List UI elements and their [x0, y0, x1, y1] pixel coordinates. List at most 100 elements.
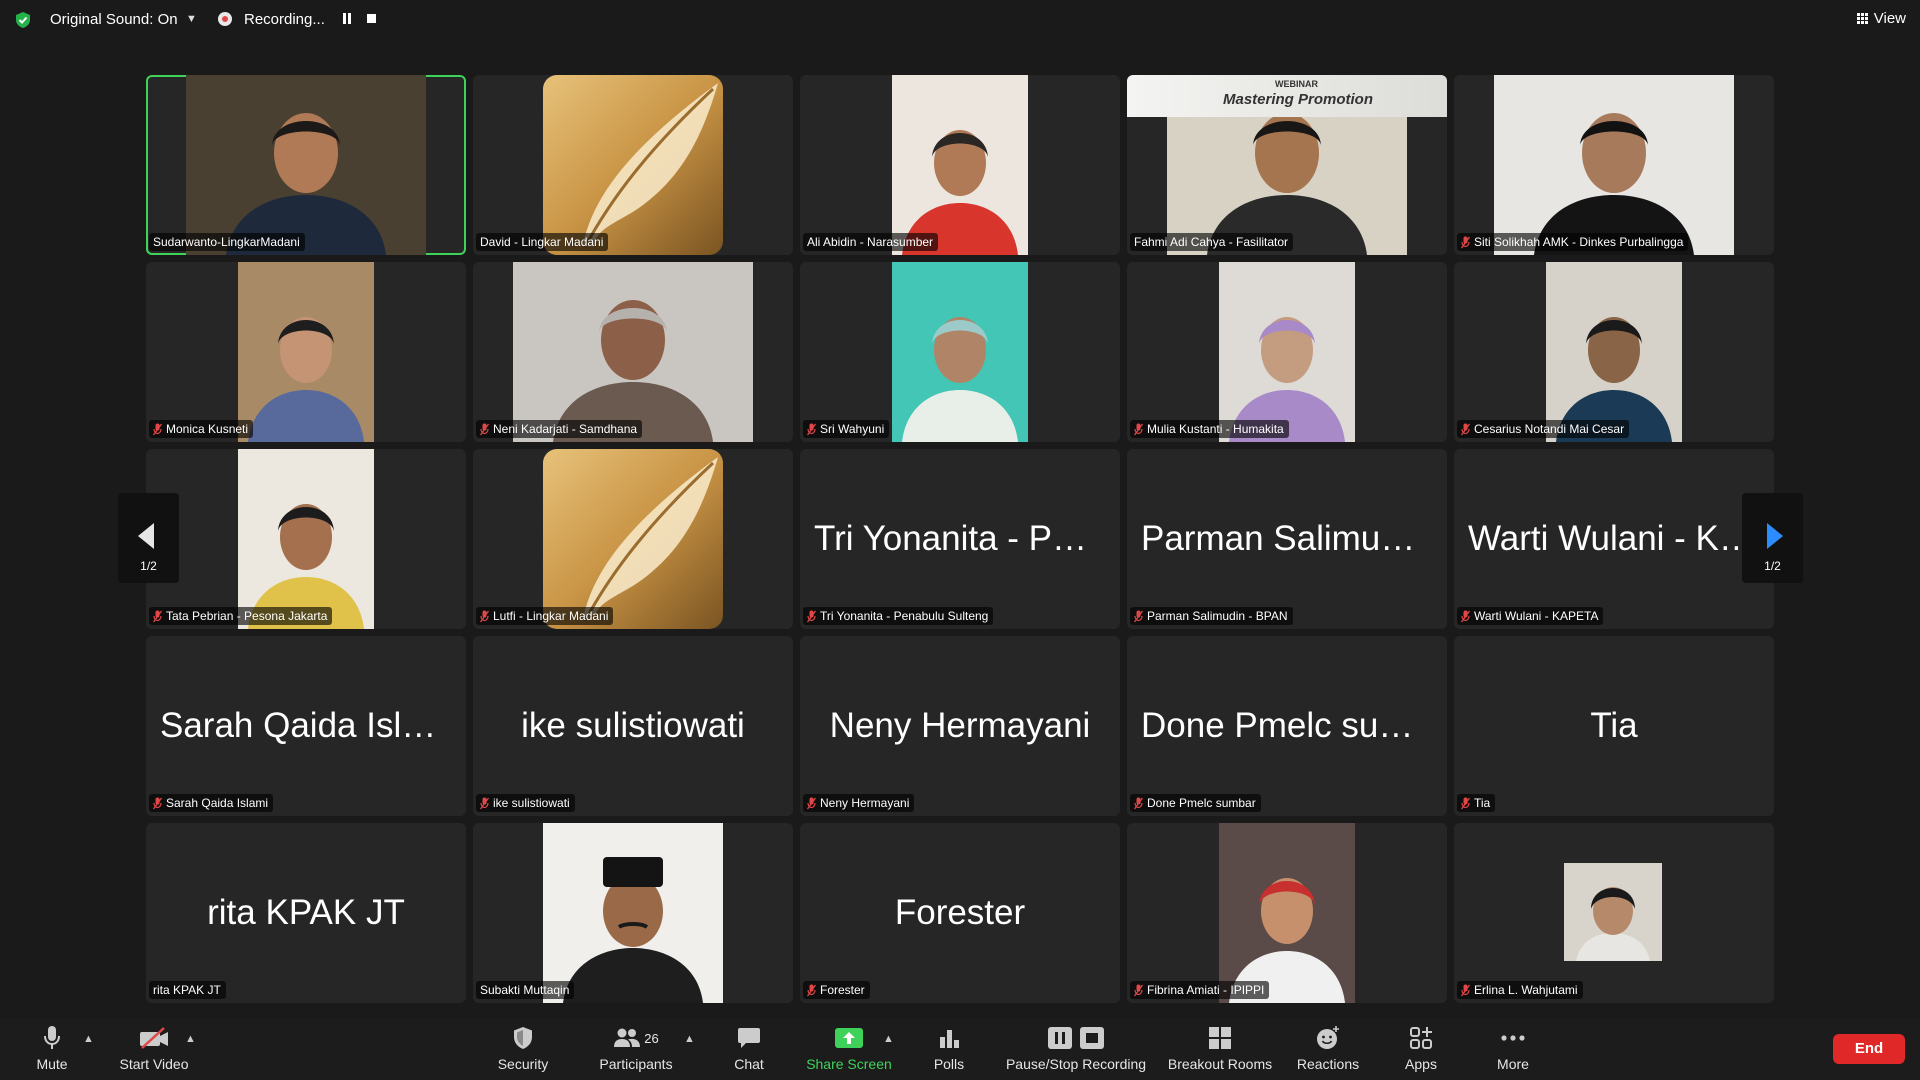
shield-check-icon[interactable]	[14, 11, 32, 29]
participant-display-name: Tia	[1590, 706, 1638, 745]
participant-video	[1546, 262, 1682, 442]
participants-button[interactable]: 26 Participants	[596, 1024, 676, 1072]
participant-name: ike sulistiowati	[493, 796, 570, 810]
page-indicator: 1/2	[1764, 559, 1781, 573]
participant-tile[interactable]: WEBINAR Mastering Promotion Fahmi Adi Ca…	[1127, 75, 1447, 255]
participant-display-name: Warti Wulani - KA...	[1468, 519, 1772, 558]
participant-tile[interactable]: Neny Hermayani Neny Hermayani	[800, 636, 1120, 816]
microphone-muted-icon	[1461, 423, 1470, 435]
more-label: More	[1497, 1056, 1529, 1072]
participant-tile[interactable]: Warti Wulani - KA... Warti Wulani - KAPE…	[1454, 449, 1774, 629]
reactions-button[interactable]: Reactions	[1292, 1024, 1364, 1072]
participant-name: Forester	[820, 983, 865, 997]
participant-name-label: Mulia Kustanti - Humakita	[1130, 420, 1289, 438]
next-page-button[interactable]: 1/2	[1742, 493, 1803, 583]
banner-title: Mastering Promotion	[1223, 91, 1374, 108]
participant-tile[interactable]: Subakti Muttaqin	[473, 823, 793, 1003]
participant-name: Warti Wulani - KAPETA	[1474, 609, 1599, 623]
chevron-up-icon[interactable]: ▲	[83, 1033, 94, 1045]
share-screen-button[interactable]: Share Screen	[804, 1024, 894, 1072]
participant-tile[interactable]: Ali Abidin - Narasumber	[800, 75, 1120, 255]
pause-stop-recording-icon	[1048, 1027, 1104, 1049]
participant-display-name: ike sulistiowati	[521, 706, 745, 745]
participant-tile[interactable]: Parman Salimudin... Parman Salimudin - B…	[1127, 449, 1447, 629]
participant-tile[interactable]: Siti Solikhah AMK - Dinkes Purbalingga	[1454, 75, 1774, 255]
participant-name-label: Subakti Muttaqin	[476, 981, 575, 999]
breakout-rooms-button[interactable]: Breakout Rooms	[1164, 1024, 1276, 1072]
stop-recording-icon[interactable]	[367, 14, 376, 23]
participant-tile[interactable]: Lutfi - Lingkar Madani	[473, 449, 793, 629]
participant-tile[interactable]: Tri Yonanita - Pen... Tri Yonanita - Pen…	[800, 449, 1120, 629]
shield-icon	[514, 1027, 532, 1049]
microphone-muted-icon	[807, 610, 816, 622]
reactions-icon	[1317, 1026, 1339, 1049]
participant-tile[interactable]: Sri Wahyuni	[800, 262, 1120, 442]
participant-tile[interactable]: Sarah Qaida Islami Sarah Qaida Islami	[146, 636, 466, 816]
participant-tile[interactable]: rita KPAK JT rita KPAK JT	[146, 823, 466, 1003]
microphone-muted-icon	[1134, 984, 1143, 996]
grid-view-icon	[1856, 13, 1868, 24]
mute-button[interactable]: Mute	[28, 1024, 76, 1072]
participant-tile[interactable]: Mulia Kustanti - Humakita	[1127, 262, 1447, 442]
participant-avatar	[1564, 863, 1662, 961]
participant-name: Monica Kusneti	[166, 422, 249, 436]
original-sound-toggle[interactable]: Original Sound: On	[50, 11, 178, 28]
view-button[interactable]: View	[1856, 10, 1906, 27]
participant-name-label: ike sulistiowati	[476, 794, 575, 812]
participant-name: David - Lingkar Madani	[480, 235, 604, 249]
chevron-down-icon[interactable]: ▼	[186, 13, 197, 25]
participant-name-label: Forester	[803, 981, 870, 999]
participant-name-label: Parman Salimudin - BPAN	[1130, 607, 1293, 625]
participant-tile[interactable]: Fibrina Amiati - IPIPPI	[1127, 823, 1447, 1003]
participant-tile[interactable]: Done Pmelc sumb... Done Pmelc sumbar	[1127, 636, 1447, 816]
participant-name: Sudarwanto-LingkarMadani	[153, 235, 300, 249]
participant-name-label: Neny Hermayani	[803, 794, 915, 812]
gallery-view: Sudarwanto-LingkarMadani David - Lingkar…	[146, 75, 1774, 1003]
apps-button[interactable]: Apps	[1398, 1024, 1444, 1072]
pause-stop-recording-button[interactable]: Pause/Stop Recording	[1000, 1024, 1152, 1072]
participant-tile[interactable]: Erlina L. Wahjutami	[1454, 823, 1774, 1003]
video-off-icon	[140, 1027, 168, 1049]
apps-icon	[1410, 1027, 1432, 1049]
chat-button[interactable]: Chat	[724, 1024, 774, 1072]
participant-display-name: Neny Hermayani	[829, 706, 1091, 745]
more-button[interactable]: More	[1490, 1024, 1536, 1072]
participant-name: Neni Kadarjati - Samdhana	[493, 422, 638, 436]
participant-tile[interactable]: David - Lingkar Madani	[473, 75, 793, 255]
participant-tile[interactable]: ike sulistiowati ike sulistiowati	[473, 636, 793, 816]
participant-video	[186, 75, 426, 255]
apps-label: Apps	[1405, 1056, 1437, 1072]
participant-name: Erlina L. Wahjutami	[1474, 983, 1578, 997]
participant-video	[1219, 823, 1355, 1003]
microphone-icon	[44, 1026, 60, 1049]
pause-recording-icon[interactable]	[342, 13, 352, 24]
participant-name-label: Siti Solikhah AMK - Dinkes Purbalingga	[1457, 233, 1689, 251]
participants-count: 26	[644, 1030, 659, 1046]
participant-name: Mulia Kustanti - Humakita	[1147, 422, 1284, 436]
participant-name-label: Monica Kusneti	[149, 420, 254, 438]
participant-photo	[543, 823, 723, 1003]
participant-tile[interactable]: Tia Tia	[1454, 636, 1774, 816]
start-video-button[interactable]: Start Video	[114, 1024, 194, 1072]
microphone-muted-icon	[153, 423, 162, 435]
participant-name: Lutfi - Lingkar Madani	[493, 609, 609, 623]
security-button[interactable]: Security	[492, 1024, 554, 1072]
previous-page-button[interactable]: 1/2	[118, 493, 179, 583]
participant-tile[interactable]: Neni Kadarjati - Samdhana	[473, 262, 793, 442]
chevron-up-icon[interactable]: ▲	[883, 1033, 894, 1045]
end-meeting-button[interactable]: End	[1833, 1034, 1905, 1064]
microphone-muted-icon	[480, 423, 489, 435]
feather-logo-icon	[543, 75, 723, 255]
polls-button[interactable]: Polls	[924, 1024, 974, 1072]
participant-name: Parman Salimudin - BPAN	[1147, 609, 1288, 623]
chevron-up-icon[interactable]: ▲	[185, 1033, 196, 1045]
view-label: View	[1873, 10, 1906, 27]
participant-tile[interactable]: Cesarius Notandi Mai Cesar	[1454, 262, 1774, 442]
participant-name-label: Fahmi Adi Cahya - Fasilitator	[1130, 233, 1294, 251]
participants-label: Participants	[599, 1056, 673, 1072]
chevron-up-icon[interactable]: ▲	[684, 1033, 695, 1045]
participant-tile[interactable]: Tata Pebrian - Pesona Jakarta	[146, 449, 466, 629]
participant-tile[interactable]: Sudarwanto-LingkarMadani	[146, 75, 466, 255]
participant-tile[interactable]: Forester Forester	[800, 823, 1120, 1003]
participant-tile[interactable]: Monica Kusneti	[146, 262, 466, 442]
